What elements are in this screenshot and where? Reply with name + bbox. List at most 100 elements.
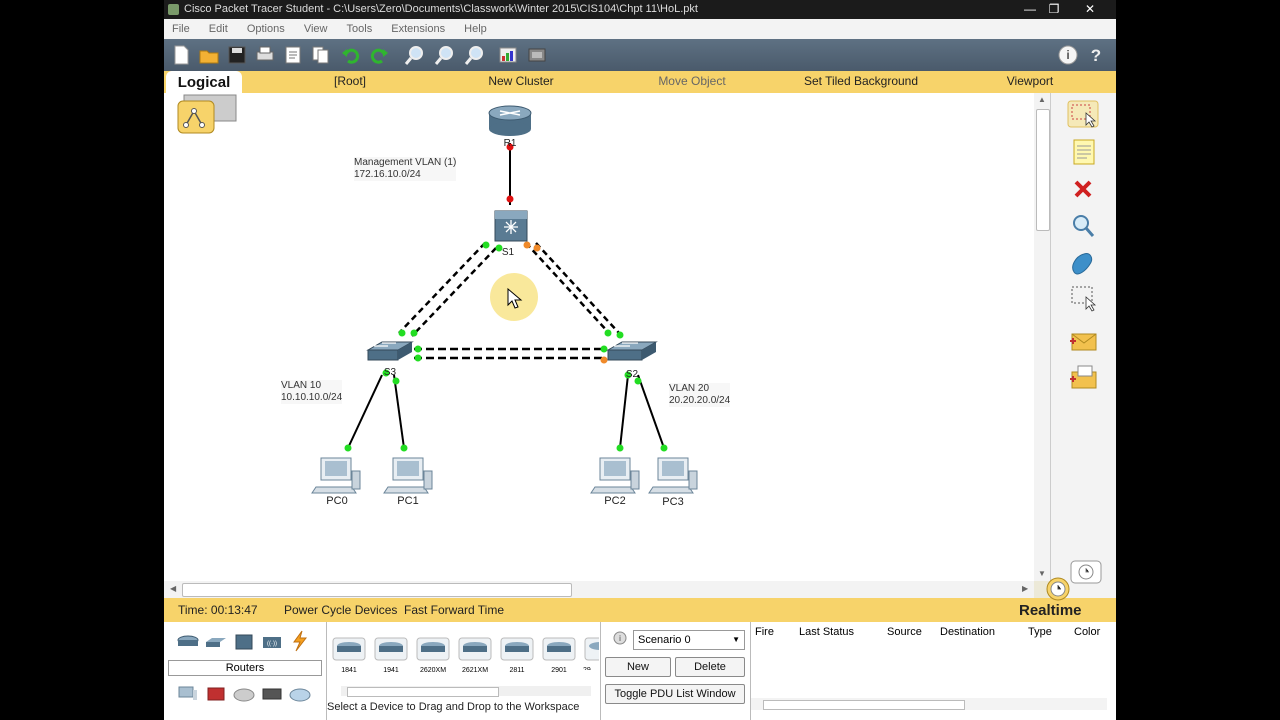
- menu-edit[interactable]: Edit: [201, 19, 236, 39]
- link-s3-s2[interactable]: [414, 347, 604, 360]
- custom-devices-category-icon[interactable]: [260, 684, 284, 704]
- realtime-clock-icon[interactable]: [1045, 576, 1071, 602]
- cluster-view-icon[interactable]: [177, 94, 237, 134]
- select-icon[interactable]: [1066, 99, 1100, 129]
- column-color[interactable]: Color: [1074, 626, 1100, 638]
- pc-pc0[interactable]: [311, 457, 361, 494]
- info-icon[interactable]: i: [1057, 44, 1079, 66]
- router-model-1941[interactable]: 1941: [373, 636, 409, 674]
- pdu-table-scroll-thumb[interactable]: [763, 700, 965, 710]
- viewport-button[interactable]: Viewport: [1000, 71, 1060, 91]
- router-model-2620xm[interactable]: 2620XM: [415, 636, 451, 674]
- logical-workspace[interactable]: R1 S1 S3 S2 PC0 PC1 PC2 PC3 Management V…: [164, 93, 1034, 581]
- resize-icon[interactable]: [1066, 283, 1100, 313]
- zoom-reset-icon[interactable]: [434, 44, 456, 66]
- pc-pc3[interactable]: [648, 457, 698, 494]
- new-cluster-button[interactable]: New Cluster: [474, 71, 568, 91]
- routers-category-icon[interactable]: [176, 632, 200, 652]
- router-model-2811[interactable]: 2811: [499, 636, 535, 674]
- activity-wizard-icon[interactable]: [282, 44, 304, 66]
- simulation-toggle-icon[interactable]: [1069, 559, 1103, 585]
- logical-tab[interactable]: Logical: [166, 71, 242, 95]
- menu-help[interactable]: Help: [456, 19, 495, 39]
- undo-icon[interactable]: [340, 44, 362, 66]
- zoom-out-icon[interactable]: [464, 44, 486, 66]
- note-vlan-20[interactable]: VLAN 20 20.20.20.0/24: [669, 383, 731, 407]
- switch-s3[interactable]: [366, 341, 414, 361]
- workspace-vertical-scrollbar[interactable]: ▲ ▼: [1034, 93, 1050, 581]
- palette-icon[interactable]: [497, 44, 519, 66]
- menu-file[interactable]: File: [164, 19, 198, 39]
- inspect-icon[interactable]: [1066, 211, 1100, 241]
- router-model-29xx[interactable]: 29: [583, 636, 599, 670]
- link-s2-pc3[interactable]: [637, 374, 665, 449]
- realtime-mode-tab[interactable]: Realtime: [1019, 599, 1082, 623]
- new-scenario-button[interactable]: New: [605, 657, 671, 677]
- fast-forward-time-button[interactable]: Fast Forward Time: [404, 598, 504, 622]
- add-complex-pdu-icon[interactable]: [1066, 363, 1100, 393]
- wan-emulation-category-icon[interactable]: [232, 684, 256, 704]
- link-s3-pc0[interactable]: [347, 374, 383, 449]
- router-model-1841[interactable]: 1841: [331, 636, 367, 674]
- link-s1-s2[interactable]: [525, 242, 620, 334]
- link-s1-s3[interactable]: [398, 242, 497, 337]
- note-management-vlan[interactable]: Management VLAN (1) 172.16.10.0/24: [354, 157, 457, 181]
- menu-tools[interactable]: Tools: [339, 19, 381, 39]
- toggle-pdu-list-button[interactable]: Toggle PDU List Window: [605, 684, 745, 704]
- maximize-button[interactable]: ❐: [1042, 0, 1066, 19]
- help-icon[interactable]: ?: [1085, 44, 1107, 66]
- column-destination[interactable]: Destination: [940, 626, 995, 638]
- scroll-left-arrow[interactable]: ◀: [170, 584, 176, 593]
- close-button[interactable]: ✕: [1078, 0, 1102, 19]
- router-r1[interactable]: [488, 105, 532, 136]
- router-model-2901[interactable]: 2901: [541, 636, 577, 674]
- scroll-right-arrow[interactable]: ▶: [1022, 584, 1028, 593]
- root-link[interactable]: [Root]: [314, 71, 386, 91]
- delete-scenario-button[interactable]: Delete: [675, 657, 745, 677]
- scenario-info-icon[interactable]: i: [613, 631, 627, 645]
- horizontal-scroll-thumb[interactable]: [182, 583, 572, 597]
- note-icon[interactable]: [1066, 137, 1100, 167]
- security-category-icon[interactable]: [204, 684, 228, 704]
- vertical-scroll-thumb[interactable]: [1036, 109, 1050, 231]
- new-icon[interactable]: [170, 44, 192, 66]
- open-icon[interactable]: [198, 44, 220, 66]
- end-devices-category-icon[interactable]: [176, 684, 200, 704]
- add-simple-pdu-icon[interactable]: [1066, 327, 1100, 357]
- models-scrollbar[interactable]: [341, 686, 591, 697]
- scroll-up-arrow[interactable]: ▲: [1038, 95, 1046, 104]
- pc-pc1[interactable]: [383, 457, 433, 494]
- models-scroll-thumb[interactable]: [347, 687, 499, 697]
- connections-category-icon[interactable]: [288, 630, 312, 652]
- router-model-2621xm[interactable]: 2621XM: [457, 636, 493, 674]
- link-s3-pc1[interactable]: [393, 374, 405, 449]
- set-tiled-background-button[interactable]: Set Tiled Background: [794, 71, 928, 91]
- multiuser-category-icon[interactable]: [288, 684, 312, 704]
- menu-view[interactable]: View: [296, 19, 336, 39]
- column-last-status[interactable]: Last Status: [799, 626, 854, 638]
- print-icon[interactable]: [254, 44, 276, 66]
- note-vlan-10[interactable]: VLAN 10 10.10.10.0/24: [281, 380, 343, 404]
- scenario-select[interactable]: Scenario 0 ▼: [633, 630, 745, 650]
- zoom-in-icon[interactable]: [404, 44, 426, 66]
- custom-device-icon[interactable]: [526, 44, 548, 66]
- switches-category-icon[interactable]: [204, 632, 228, 652]
- delete-icon[interactable]: [1066, 175, 1100, 205]
- pdu-table-scrollbar[interactable]: [751, 698, 1107, 710]
- move-object-button[interactable]: Move Object: [648, 71, 736, 91]
- power-cycle-devices-button[interactable]: Power Cycle Devices: [284, 598, 397, 622]
- workspace-horizontal-scrollbar[interactable]: ◀ ▶: [164, 581, 1034, 598]
- column-source[interactable]: Source: [887, 626, 922, 638]
- link-s2-pc2[interactable]: [619, 374, 629, 449]
- column-fire[interactable]: Fire: [755, 626, 774, 638]
- pc-pc2[interactable]: [590, 457, 640, 494]
- switch-s2[interactable]: [606, 341, 658, 361]
- copy-icon[interactable]: [310, 44, 332, 66]
- wireless-category-icon[interactable]: ((·)): [260, 632, 284, 652]
- draw-shape-icon[interactable]: [1066, 248, 1100, 278]
- menu-options[interactable]: Options: [239, 19, 293, 39]
- hubs-category-icon[interactable]: [232, 632, 256, 652]
- switch-s1[interactable]: [494, 210, 528, 242]
- column-type[interactable]: Type: [1028, 626, 1052, 638]
- menu-extensions[interactable]: Extensions: [383, 19, 453, 39]
